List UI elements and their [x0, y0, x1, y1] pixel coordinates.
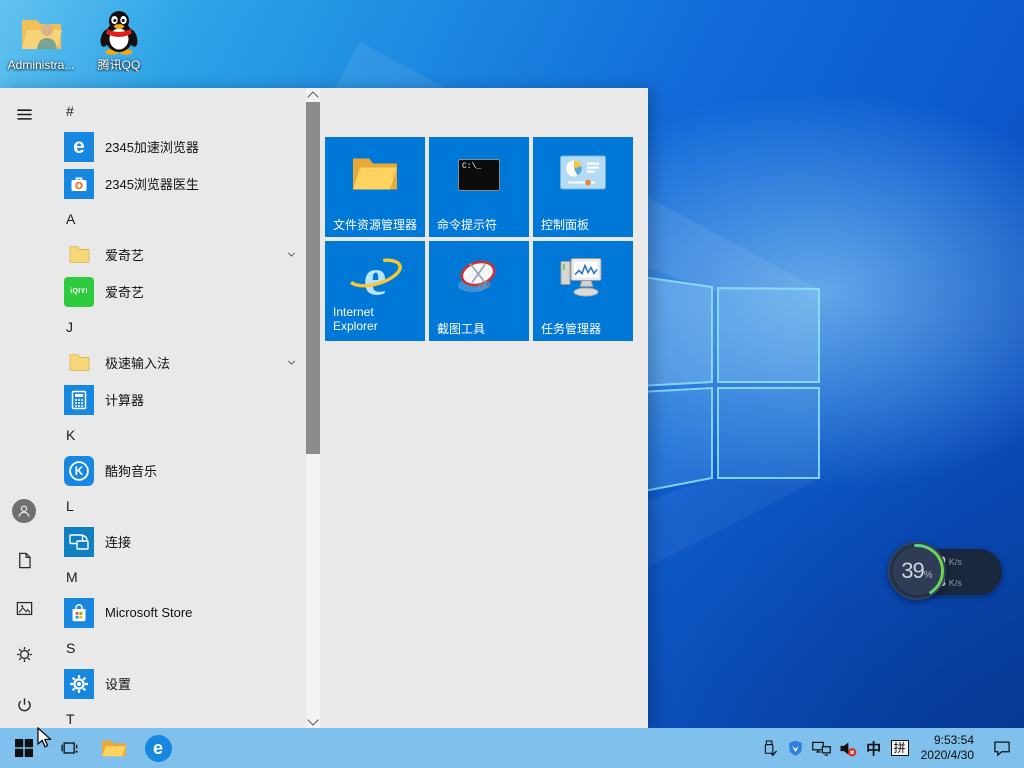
- document-icon: [18, 552, 31, 568]
- pictures-button[interactable]: [12, 596, 36, 620]
- tile-command-prompt[interactable]: C:\_ 命令提示符: [429, 137, 529, 237]
- app-list-scrollbar[interactable]: [306, 88, 320, 728]
- start-menu-app-list: # e 2345加速浏览器 2345浏览器医生 A 爱奇艺 iQIYI 爱奇艺 …: [56, 88, 300, 728]
- windows-start-icon: [15, 739, 33, 757]
- browser-e-icon: e: [144, 734, 172, 762]
- volume-muted-icon[interactable]: [836, 728, 860, 768]
- system-tray: 中 拼 9:53:54 2020/4/30: [757, 728, 1024, 768]
- start-menu-rail: [0, 88, 48, 728]
- app-item-settings[interactable]: 设置: [56, 665, 300, 702]
- store-icon: [64, 597, 94, 628]
- kugou-icon: K: [64, 455, 94, 486]
- settings-button[interactable]: [12, 642, 36, 666]
- tile-internet-explorer[interactable]: e Internet Explorer: [325, 241, 425, 341]
- internet-explorer-icon: e: [347, 249, 403, 307]
- qq-penguin-icon: [95, 8, 143, 56]
- documents-button[interactable]: [12, 548, 36, 572]
- section-header[interactable]: A: [56, 202, 300, 236]
- taskbar-clock[interactable]: 9:53:54 2020/4/30: [921, 733, 974, 763]
- app-item-connect[interactable]: 连接: [56, 523, 300, 560]
- user-folder-icon: [17, 8, 65, 56]
- user-account-button[interactable]: [12, 499, 36, 523]
- ime-language-indicator[interactable]: 中: [862, 728, 886, 768]
- desktop-icon-label: Administra...: [7, 58, 75, 72]
- desktop-screen: Administra... 腾讯QQ # e 2345加速浏览器 2345浏览器…: [0, 0, 1024, 768]
- clock-date: 2020/4/30: [920, 748, 974, 762]
- taskbar-2345-browser-button[interactable]: e: [136, 728, 180, 768]
- notification-bubble-icon: [994, 741, 1010, 757]
- app-folder-jisu-ime[interactable]: 极速输入法: [56, 344, 300, 381]
- command-prompt-icon: C:\_: [458, 159, 500, 191]
- desktop-icon-qq[interactable]: 腾讯QQ: [80, 8, 158, 72]
- clock-time: 9:53:54: [933, 733, 974, 747]
- tile-file-explorer[interactable]: 文件资源管理器: [325, 137, 425, 237]
- app-item-2345-browser[interactable]: e 2345加速浏览器: [56, 128, 300, 165]
- task-manager-icon: [555, 254, 611, 305]
- app-item-iqiyi[interactable]: iQIYI 爱奇艺: [56, 273, 300, 310]
- section-header[interactable]: L: [56, 489, 300, 523]
- settings-icon: [64, 668, 94, 699]
- section-header[interactable]: S: [56, 631, 300, 665]
- control-panel-icon: [560, 155, 606, 195]
- expand-menu-button[interactable]: [12, 102, 36, 126]
- desktop-icon-administrator[interactable]: Administra...: [2, 8, 80, 72]
- taskbar: e 中 拼 9:53:54 2020/4/30: [0, 728, 1024, 768]
- iqiyi-icon: iQIYI: [64, 276, 94, 307]
- tile-control-panel[interactable]: 控制面板: [533, 137, 633, 237]
- usb-device-icon[interactable]: [758, 728, 782, 768]
- scroll-down-icon[interactable]: [306, 713, 320, 728]
- calculator-icon: [64, 384, 94, 415]
- first-aid-icon: [64, 168, 94, 199]
- folder-icon: [64, 348, 94, 378]
- section-header[interactable]: #: [56, 94, 300, 128]
- chevron-down-icon[interactable]: [285, 248, 298, 261]
- file-explorer-icon: [102, 740, 126, 757]
- progress-arc: [890, 544, 944, 598]
- browser-e-icon: e: [64, 131, 94, 162]
- tile-task-manager[interactable]: 任务管理器: [533, 241, 633, 341]
- section-header[interactable]: K: [56, 418, 300, 452]
- start-menu-tiles: 文件资源管理器 C:\_ 命令提示符 控制面板 e Internet Explo…: [325, 137, 633, 341]
- folder-icon: [64, 240, 94, 270]
- app-item-calculator[interactable]: 计算器: [56, 381, 300, 418]
- user-icon: [18, 505, 30, 517]
- scrollbar-thumb[interactable]: [306, 102, 320, 454]
- desktop-icon-label: 腾讯QQ: [97, 58, 141, 72]
- pictures-icon: [16, 601, 32, 615]
- power-button[interactable]: [12, 693, 36, 717]
- hamburger-icon: [16, 108, 32, 120]
- chevron-down-icon[interactable]: [285, 356, 298, 369]
- start-menu: # e 2345加速浏览器 2345浏览器医生 A 爱奇艺 iQIYI 爱奇艺 …: [0, 88, 648, 728]
- scroll-up-icon[interactable]: [306, 88, 320, 103]
- app-folder-iqiyi[interactable]: 爱奇艺: [56, 236, 300, 273]
- power-icon: [17, 697, 31, 711]
- connect-icon: [64, 526, 94, 557]
- mouse-cursor: [37, 727, 52, 748]
- net-speed-dial[interactable]: 39%: [888, 542, 946, 600]
- section-header[interactable]: J: [56, 310, 300, 344]
- app-item-kugou[interactable]: K 酷狗音乐: [56, 452, 300, 489]
- tile-snipping-tool[interactable]: 截图工具: [429, 241, 529, 341]
- section-header[interactable]: M: [56, 560, 300, 594]
- task-view-icon: [61, 742, 78, 754]
- app-item-2345-browser-doctor[interactable]: 2345浏览器医生: [56, 165, 300, 202]
- net-speed-widget[interactable]: 1.9K/s 9.8K/s 39%: [888, 542, 1016, 602]
- app-item-microsoft-store[interactable]: Microsoft Store: [56, 594, 300, 631]
- action-center-button[interactable]: [990, 728, 1014, 768]
- file-explorer-icon: [351, 153, 399, 198]
- network-icon[interactable]: [810, 728, 834, 768]
- security-shield-icon[interactable]: [784, 728, 808, 768]
- taskbar-file-explorer-button[interactable]: [92, 728, 136, 768]
- gear-icon: [16, 646, 32, 662]
- snipping-tool-icon: [451, 255, 507, 304]
- ime-mode-indicator[interactable]: 拼: [888, 728, 912, 768]
